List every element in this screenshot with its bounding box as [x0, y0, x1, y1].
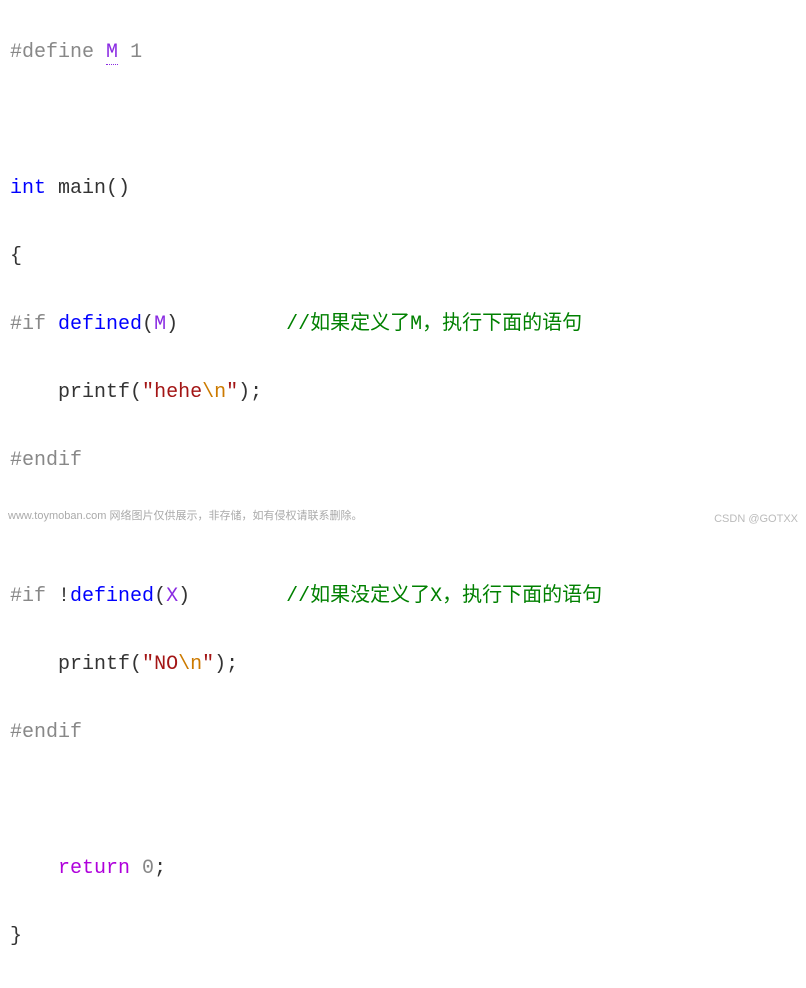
preproc-endif: #endif: [10, 721, 82, 744]
paren-close: ): [178, 585, 190, 608]
paren-open: (: [154, 585, 166, 608]
escape-n: \n: [202, 381, 226, 404]
comment-1: //如果定义了M，执行下面的语句: [286, 313, 582, 336]
macro-m: M: [106, 41, 118, 65]
code-line-4: {: [4, 240, 802, 274]
close-brace: }: [10, 925, 22, 948]
paren-close: ): [238, 381, 250, 404]
paren-open: (: [130, 381, 142, 404]
code-line-blank: [4, 784, 802, 818]
footer-watermark-right: CSDN @GOTXX: [714, 510, 798, 529]
code-line-7: #endif: [4, 444, 802, 478]
open-brace: {: [10, 245, 22, 268]
quote-close: ": [202, 653, 214, 676]
keyword-defined: defined: [70, 585, 154, 608]
code-line-3: int main(): [4, 172, 802, 206]
paren-close: ): [166, 313, 178, 336]
indent: [10, 381, 58, 404]
macro-ref-m: M: [154, 313, 166, 336]
quote-open: ": [142, 653, 154, 676]
macro-value: 1: [130, 41, 142, 64]
keyword-int: int: [10, 177, 46, 200]
preproc-endif: #endif: [10, 449, 82, 472]
func-main: main: [58, 177, 106, 200]
paren-open: (: [130, 653, 142, 676]
semicolon: ;: [154, 857, 166, 880]
semicolon: ;: [250, 381, 262, 404]
preproc-if: #if: [10, 585, 46, 608]
semicolon: ;: [226, 653, 238, 676]
string-hehe: hehe: [154, 381, 202, 404]
code-line-11: #endif: [4, 716, 802, 750]
footer-watermark-left: www.toymoban.com 网络图片仅供展示，非存储，如有侵权请联系删除。: [8, 507, 362, 526]
return-value: 0: [142, 857, 154, 880]
quote-open: ": [142, 381, 154, 404]
preproc-if: #if: [10, 313, 46, 336]
code-line-1: #define M 1: [4, 36, 802, 70]
quote-close: ": [226, 381, 238, 404]
code-line-6: printf("hehe\n");: [4, 376, 802, 410]
indent: [10, 653, 58, 676]
code-line-10: printf("NO\n");: [4, 648, 802, 682]
escape-n: \n: [178, 653, 202, 676]
preproc-define: #define: [10, 41, 94, 64]
code-line-9: #if !defined(X) //如果没定义了X，执行下面的语句: [4, 580, 802, 614]
code-line-13: return 0;: [4, 852, 802, 886]
comment-2: //如果没定义了X，执行下面的语句: [286, 585, 602, 608]
keyword-defined: defined: [58, 313, 142, 336]
code-line-5: #if defined(M) //如果定义了M，执行下面的语句: [4, 308, 802, 342]
indent: [10, 857, 58, 880]
parens: (): [106, 177, 130, 200]
func-printf: printf: [58, 381, 130, 404]
paren-close: ): [214, 653, 226, 676]
code-block: #define M 1 int main() { #if defined(M) …: [4, 2, 802, 988]
code-line-blank: [4, 104, 802, 138]
paren-open: (: [142, 313, 154, 336]
code-line-14: }: [4, 920, 802, 954]
string-no: NO: [154, 653, 178, 676]
not-op: !: [58, 585, 70, 608]
macro-ref-x: X: [166, 585, 178, 608]
keyword-return: return: [58, 857, 130, 880]
func-printf: printf: [58, 653, 130, 676]
